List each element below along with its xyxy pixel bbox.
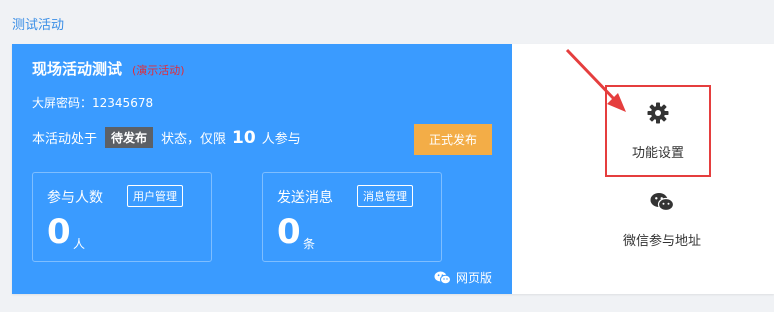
status-prefix: 本活动处于 [32, 132, 98, 147]
event-card: 现场活动测试 (演示活动) 大屏密码：12345678 本活动处于 待发布 状态… [12, 44, 774, 294]
wechat-icon [434, 271, 451, 284]
messages-count: 0 [277, 212, 301, 252]
participant-limit: 10 [232, 127, 256, 148]
event-info-panel: 现场活动测试 (演示活动) 大屏密码：12345678 本活动处于 待发布 状态… [12, 44, 512, 294]
web-version-link[interactable]: 网页版 [434, 269, 492, 286]
participants-count: 0 [47, 212, 71, 252]
function-settings-label: 功能设置 [631, 145, 684, 161]
participants-label: 参与人数 [47, 190, 103, 206]
status-badge: 待发布 [105, 127, 154, 148]
messages-unit: 条 [303, 237, 316, 251]
event-title-row: 现场活动测试 (演示活动) [32, 58, 185, 79]
password-value: 12345678 [92, 96, 154, 110]
messages-stat: 发送消息 消息管理 0 条 [262, 172, 442, 262]
wechat-participation-label: 微信参与地址 [622, 234, 701, 249]
publish-button[interactable]: 正式发布 [414, 124, 492, 155]
user-management-button[interactable]: 用户管理 [127, 185, 183, 207]
screen-password: 大屏密码：12345678 [32, 94, 153, 111]
function-settings-button[interactable]: 功能设置 [605, 85, 711, 177]
participants-unit: 人 [73, 237, 86, 251]
password-label: 大屏密码： [32, 96, 93, 110]
status-suffix: 人参与 [261, 132, 301, 147]
status-mid: 状态，仅限 [161, 132, 227, 147]
gear-icon [647, 102, 669, 123]
status-row: 本活动处于 待发布 状态，仅限 10 人参与 [32, 127, 301, 148]
wechat-participation-link[interactable]: 微信参与地址 [592, 192, 732, 249]
wechat-icon [650, 193, 674, 212]
participants-stat: 参与人数 用户管理 0 人 [32, 172, 212, 262]
actions-panel: 功能设置 微信参与地址 [512, 44, 774, 294]
messages-label: 发送消息 [277, 190, 333, 206]
breadcrumb-activity[interactable]: 测试活动 [12, 14, 64, 33]
event-title: 现场活动测试 [32, 60, 123, 78]
message-management-button[interactable]: 消息管理 [357, 185, 413, 207]
web-version-label: 网页版 [455, 271, 492, 285]
demo-tag: (演示活动) [132, 64, 185, 77]
